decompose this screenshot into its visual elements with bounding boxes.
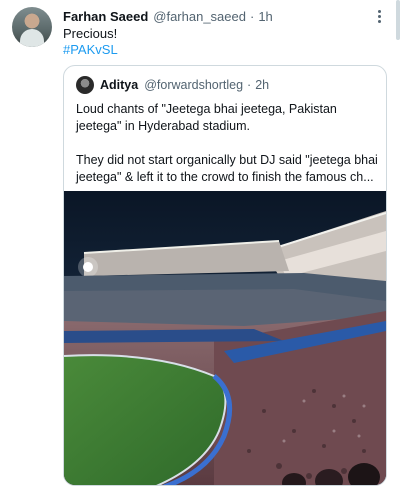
avatar[interactable] — [12, 7, 52, 47]
quoted-tweet-text: Loud chants of "Jeetega bhai jeetega, Pa… — [76, 101, 381, 186]
display-name[interactable]: Farhan Saeed — [63, 9, 148, 24]
quoted-avatar[interactable] — [76, 76, 94, 94]
timestamp[interactable]: 1h — [258, 9, 272, 24]
quoted-display-name[interactable]: Aditya — [100, 78, 138, 92]
stadium-video[interactable] — [64, 191, 386, 485]
more-vertical-icon[interactable] — [372, 8, 386, 24]
quoted-tweet-header: Aditya @forwardshortleg · 2h — [76, 76, 269, 94]
tweet-header: Farhan Saeed @farhan_saeed · 1h — [63, 8, 273, 24]
tweet-body: Precious! — [63, 26, 118, 41]
quoted-user-handle[interactable]: @forwardshortleg — [144, 78, 243, 92]
quoted-tweet[interactable]: Aditya @forwardshortleg · 2h Loud chants… — [63, 65, 387, 486]
quoted-timestamp[interactable]: 2h — [255, 78, 269, 92]
separator: · — [249, 8, 255, 24]
quoted-separator: · — [247, 78, 252, 92]
tweet[interactable]: Farhan Saeed @farhan_saeed · 1h Precious… — [0, 0, 400, 486]
tweet-text: Precious! #PAKvSL — [63, 26, 118, 58]
scrollbar[interactable] — [396, 0, 400, 40]
avatar-figure — [20, 29, 44, 47]
quoted-paragraph-2: They did not start organically but DJ sa… — [76, 153, 378, 184]
quoted-paragraph-1: Loud chants of "Jeetega bhai jeetega, Pa… — [76, 102, 337, 133]
user-handle[interactable]: @farhan_saeed — [153, 9, 246, 24]
stadium-image — [64, 191, 386, 485]
hashtag-link[interactable]: #PAKvSL — [63, 42, 118, 58]
